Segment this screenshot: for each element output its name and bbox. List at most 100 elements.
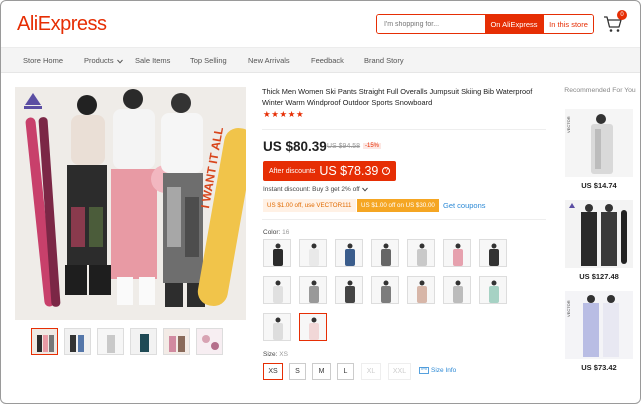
color-swatch-image — [264, 277, 290, 303]
nav-brand-story[interactable]: Brand Story — [364, 56, 404, 65]
recommended-item-image — [565, 200, 633, 268]
instant-discount[interactable]: Instant discount: Buy 3 get 2% off — [263, 186, 368, 193]
nav-new-arrivals[interactable]: New Arrivals — [248, 56, 290, 65]
recommended-title: Recommended For You — [564, 87, 636, 94]
color-swatch-image — [264, 314, 290, 340]
instant-discount-text: Instant discount: Buy 3 get 2% off — [263, 186, 360, 193]
color-swatch-image — [300, 314, 326, 340]
star-icon: ★ — [287, 109, 296, 119]
product-thumbnail — [565, 291, 633, 359]
color-swatch-image — [336, 240, 362, 266]
coupon-tag[interactable]: US $1.00 off on US $30.00 — [357, 199, 439, 212]
color-swatch[interactable] — [443, 276, 471, 304]
recommended-item[interactable]: US $127.48 — [565, 200, 633, 281]
color-swatch[interactable] — [299, 239, 327, 267]
color-swatch[interactable] — [407, 276, 435, 304]
nav-sale-items[interactable]: Sale Items — [135, 56, 170, 65]
color-swatch[interactable] — [479, 239, 507, 267]
star-icon: ★ — [279, 109, 288, 119]
color-swatch[interactable] — [335, 276, 363, 304]
thumbnail-image — [197, 329, 222, 354]
color-swatch[interactable] — [299, 276, 327, 304]
color-swatch[interactable] — [299, 313, 327, 341]
thumbnail-image — [32, 329, 57, 354]
nav-top-selling[interactable]: Top Selling — [190, 56, 227, 65]
color-swatch-image — [444, 277, 470, 303]
size-info-label: Size Info — [431, 367, 457, 374]
thumbnail[interactable] — [163, 328, 190, 355]
discount-badge: -15% — [363, 143, 382, 149]
search-bar: On AliExpress In this store — [376, 14, 594, 34]
recommended-item[interactable]: VECTOR US $14.74 — [565, 109, 633, 190]
color-swatch-image — [372, 240, 398, 266]
product-thumbnail — [565, 109, 633, 177]
color-swatch[interactable] — [479, 276, 507, 304]
color-swatch[interactable] — [335, 239, 363, 267]
thumbnail-image — [131, 329, 156, 354]
get-coupons-link[interactable]: Get coupons — [443, 201, 486, 210]
cart-count-badge: 0 — [617, 10, 627, 20]
vector-watermark: VECTOR — [566, 300, 571, 317]
recommended-item-image: VECTOR — [565, 291, 633, 359]
size-info-link[interactable]: Size Info — [419, 367, 456, 374]
rating-stars[interactable]: ★★★★★ — [263, 109, 304, 120]
vector-watermark: VECTOR — [566, 116, 571, 133]
size-option-l[interactable]: L — [337, 363, 354, 380]
size-label-text: Size: — [263, 351, 278, 358]
recommended-item-price: US $14.74 — [581, 181, 617, 190]
current-price: US $80.39 — [263, 139, 327, 154]
size-option-xxl[interactable]: XXL — [388, 363, 411, 380]
color-swatch[interactable] — [263, 313, 291, 341]
product-thumbnail — [565, 200, 633, 268]
color-label-text: Color: — [263, 229, 281, 236]
coupon-tag[interactable]: US $1.00 off, use VECTOR111 — [263, 199, 356, 212]
aliexpress-logo[interactable]: AliExpress — [17, 13, 107, 36]
search-on-aliexpress-button[interactable]: On AliExpress — [485, 15, 543, 33]
thumbnail[interactable] — [196, 328, 223, 355]
thumbnail[interactable] — [31, 328, 58, 355]
size-option-xl[interactable]: XL — [361, 363, 381, 380]
ruler-icon — [419, 367, 429, 374]
size-option-xs[interactable]: XS — [263, 363, 283, 380]
size-selected-value: XS — [279, 351, 288, 358]
color-swatch[interactable] — [443, 239, 471, 267]
divider — [262, 219, 546, 220]
main-product-image[interactable]: I WANT IT ALL — [15, 87, 246, 320]
color-swatch[interactable] — [371, 239, 399, 267]
color-swatch-image — [372, 277, 398, 303]
star-icon: ★ — [263, 109, 272, 119]
divider — [262, 129, 546, 130]
recommended-item-image: VECTOR — [565, 109, 633, 177]
color-swatch-image — [300, 277, 326, 303]
color-swatch[interactable] — [407, 239, 435, 267]
recommended-item[interactable]: VECTOR US $73.42 — [565, 291, 633, 372]
nav-feedback[interactable]: Feedback — [311, 56, 344, 65]
color-swatch[interactable] — [263, 276, 291, 304]
nav-store-home[interactable]: Store Home — [23, 56, 63, 65]
color-swatch-image — [408, 240, 434, 266]
color-swatch-image — [300, 240, 326, 266]
page-frame: AliExpress On AliExpress In this store 0… — [0, 0, 641, 404]
color-swatch[interactable] — [263, 239, 291, 267]
info-icon[interactable]: ? — [382, 167, 391, 175]
size-option-m[interactable]: M — [312, 363, 331, 380]
star-icon: ★ — [295, 109, 305, 119]
color-swatch-image — [480, 240, 506, 266]
color-swatch-image — [480, 277, 506, 303]
color-swatch-image — [264, 240, 290, 266]
thumbnail-image — [164, 329, 189, 354]
cart-button[interactable]: 0 — [603, 10, 627, 36]
thumbnail[interactable] — [97, 328, 124, 355]
after-discounts-banner[interactable]: After discounts US $78.39 ? — [263, 161, 397, 181]
search-input[interactable] — [377, 15, 485, 33]
thumbnail[interactable] — [64, 328, 91, 355]
color-swatch[interactable] — [371, 276, 399, 304]
color-swatch-image — [444, 240, 470, 266]
nav-products[interactable]: Products — [84, 56, 123, 65]
size-option-s[interactable]: S — [289, 363, 306, 380]
chevron-down-icon — [116, 59, 123, 64]
thumbnail[interactable] — [130, 328, 157, 355]
search-in-store-button[interactable]: In this store — [543, 15, 593, 33]
after-discounts-price: US $78.39 — [319, 164, 379, 178]
thumbnail-image — [65, 329, 90, 354]
